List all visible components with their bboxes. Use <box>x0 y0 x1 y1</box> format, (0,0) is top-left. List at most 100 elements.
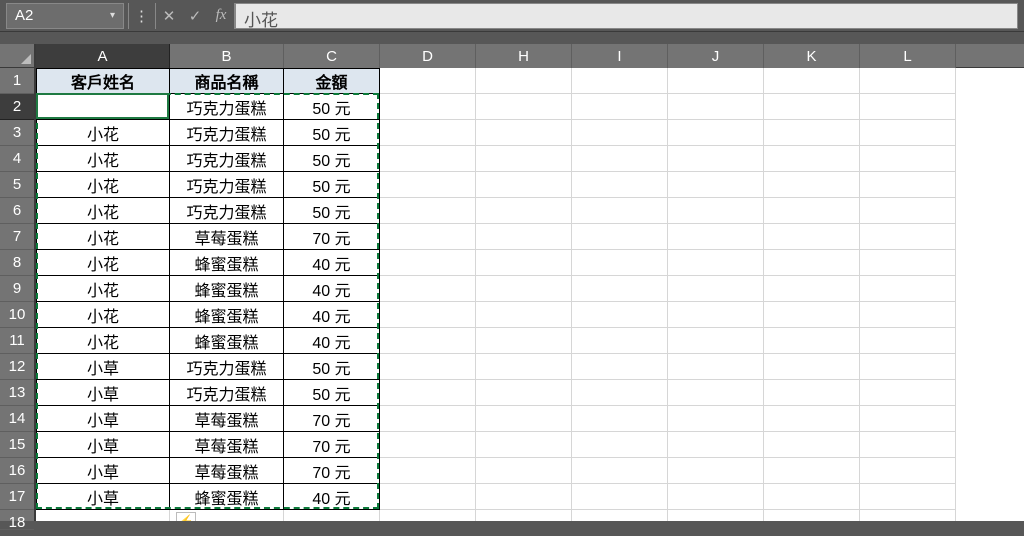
row-header-18[interactable]: 18 <box>0 510 34 530</box>
cell-empty[interactable] <box>380 146 476 172</box>
cell-empty[interactable] <box>764 354 860 380</box>
cell-empty[interactable] <box>380 380 476 406</box>
cell-empty[interactable] <box>476 406 572 432</box>
cell-empty[interactable] <box>860 68 956 94</box>
cell-empty[interactable] <box>476 354 572 380</box>
cell-product[interactable]: 巧克力蛋糕 <box>170 354 284 380</box>
cell-empty[interactable] <box>764 380 860 406</box>
quick-analysis-icon[interactable]: ⚡ <box>176 512 196 521</box>
cell-empty[interactable] <box>380 198 476 224</box>
cell-empty[interactable] <box>860 94 956 120</box>
cell-amount[interactable]: 50 元 <box>284 172 380 198</box>
cell-amount[interactable]: 50 元 <box>284 198 380 224</box>
cell-empty[interactable] <box>860 432 956 458</box>
cell-empty[interactable] <box>764 328 860 354</box>
cell-empty[interactable] <box>668 172 764 198</box>
cell-empty[interactable] <box>572 94 668 120</box>
cell-amount[interactable]: 40 元 <box>284 302 380 328</box>
row-header-5[interactable]: 5 <box>0 172 34 198</box>
header-product[interactable]: 商品名稱 <box>170 68 284 94</box>
cell-empty[interactable] <box>572 328 668 354</box>
cell-empty[interactable] <box>572 484 668 510</box>
cell-product[interactable]: 草莓蛋糕 <box>170 406 284 432</box>
row-header-16[interactable]: 16 <box>0 458 34 484</box>
cell-customer[interactable]: 小草 <box>36 432 170 458</box>
cell-empty[interactable] <box>668 510 764 521</box>
cell-empty[interactable] <box>668 484 764 510</box>
cell-product[interactable]: 巧克力蛋糕 <box>170 380 284 406</box>
row-header-9[interactable]: 9 <box>0 276 34 302</box>
select-all-corner[interactable] <box>0 44 36 68</box>
column-header-L[interactable]: L <box>860 44 956 68</box>
row-header-12[interactable]: 12 <box>0 354 34 380</box>
cell-customer[interactable]: 小花 <box>36 172 170 198</box>
header-amount[interactable]: 金額 <box>284 68 380 94</box>
cell-empty[interactable] <box>668 302 764 328</box>
cell-empty[interactable] <box>764 120 860 146</box>
cell-empty[interactable] <box>764 432 860 458</box>
cancel-icon[interactable]: ✕ <box>156 3 182 29</box>
cell-empty[interactable] <box>668 458 764 484</box>
cell-customer[interactable]: 小花 <box>36 94 170 120</box>
cell-product[interactable]: 巧克力蛋糕 <box>170 172 284 198</box>
cell-empty[interactable] <box>572 146 668 172</box>
row-header-4[interactable]: 4 <box>0 146 34 172</box>
cell-amount[interactable]: 70 元 <box>284 432 380 458</box>
cell-empty[interactable] <box>764 276 860 302</box>
cell-amount[interactable]: 70 元 <box>284 224 380 250</box>
cell-empty[interactable] <box>860 302 956 328</box>
cell-empty[interactable] <box>380 458 476 484</box>
cell-empty[interactable] <box>380 484 476 510</box>
cell-amount[interactable]: 40 元 <box>284 250 380 276</box>
cell-empty[interactable] <box>764 68 860 94</box>
cell-product[interactable]: 蜂蜜蛋糕 <box>170 302 284 328</box>
column-header-A[interactable]: A <box>36 44 170 68</box>
cell-empty[interactable] <box>476 432 572 458</box>
formula-input[interactable]: 小花 <box>235 3 1018 29</box>
cell-empty[interactable] <box>476 484 572 510</box>
cell-empty[interactable] <box>572 68 668 94</box>
row-header-13[interactable]: 13 <box>0 380 34 406</box>
row-header-3[interactable]: 3 <box>0 120 34 146</box>
cell-empty[interactable] <box>572 406 668 432</box>
cell-empty[interactable] <box>668 276 764 302</box>
cell-empty[interactable] <box>860 484 956 510</box>
cell-empty[interactable] <box>764 94 860 120</box>
cell-empty[interactable] <box>668 94 764 120</box>
more-icon[interactable]: ⋮ <box>129 3 155 29</box>
cell-empty[interactable] <box>668 380 764 406</box>
cell-empty[interactable] <box>764 484 860 510</box>
cell-empty[interactable] <box>380 302 476 328</box>
row-header-11[interactable]: 11 <box>0 328 34 354</box>
cell-customer[interactable]: 小花 <box>36 276 170 302</box>
cell-empty[interactable] <box>476 198 572 224</box>
row-header-17[interactable]: 17 <box>0 484 34 510</box>
cell-customer[interactable]: 小花 <box>36 224 170 250</box>
row-header-6[interactable]: 6 <box>0 198 34 224</box>
cell-empty[interactable] <box>380 250 476 276</box>
cell-empty[interactable] <box>476 328 572 354</box>
cell-product[interactable]: 蜂蜜蛋糕 <box>170 250 284 276</box>
cell-empty[interactable] <box>380 172 476 198</box>
cell-product[interactable]: 草莓蛋糕 <box>170 458 284 484</box>
cell-product[interactable]: 蜂蜜蛋糕 <box>170 276 284 302</box>
cell-empty[interactable] <box>476 276 572 302</box>
cell-empty[interactable] <box>572 198 668 224</box>
cell-empty[interactable] <box>668 198 764 224</box>
grid[interactable]: ⚡ 客戶姓名商品名稱金額小花巧克力蛋糕50 元小花巧克力蛋糕50 元小花巧克力蛋… <box>36 68 1024 521</box>
cell-amount[interactable]: 50 元 <box>284 146 380 172</box>
cell-customer[interactable]: 小花 <box>36 120 170 146</box>
cell-empty[interactable] <box>860 250 956 276</box>
cell-empty[interactable] <box>572 276 668 302</box>
cell-empty[interactable] <box>380 68 476 94</box>
cell-customer[interactable]: 小草 <box>36 484 170 510</box>
column-header-J[interactable]: J <box>668 44 764 68</box>
cell-empty[interactable] <box>572 432 668 458</box>
cell-empty[interactable] <box>284 510 380 521</box>
row-header-1[interactable]: 1 <box>0 68 34 94</box>
cell-empty[interactable] <box>860 406 956 432</box>
cell-empty[interactable] <box>764 250 860 276</box>
cell-empty[interactable] <box>764 146 860 172</box>
cell-empty[interactable] <box>668 120 764 146</box>
fx-icon[interactable]: fx <box>208 3 234 29</box>
